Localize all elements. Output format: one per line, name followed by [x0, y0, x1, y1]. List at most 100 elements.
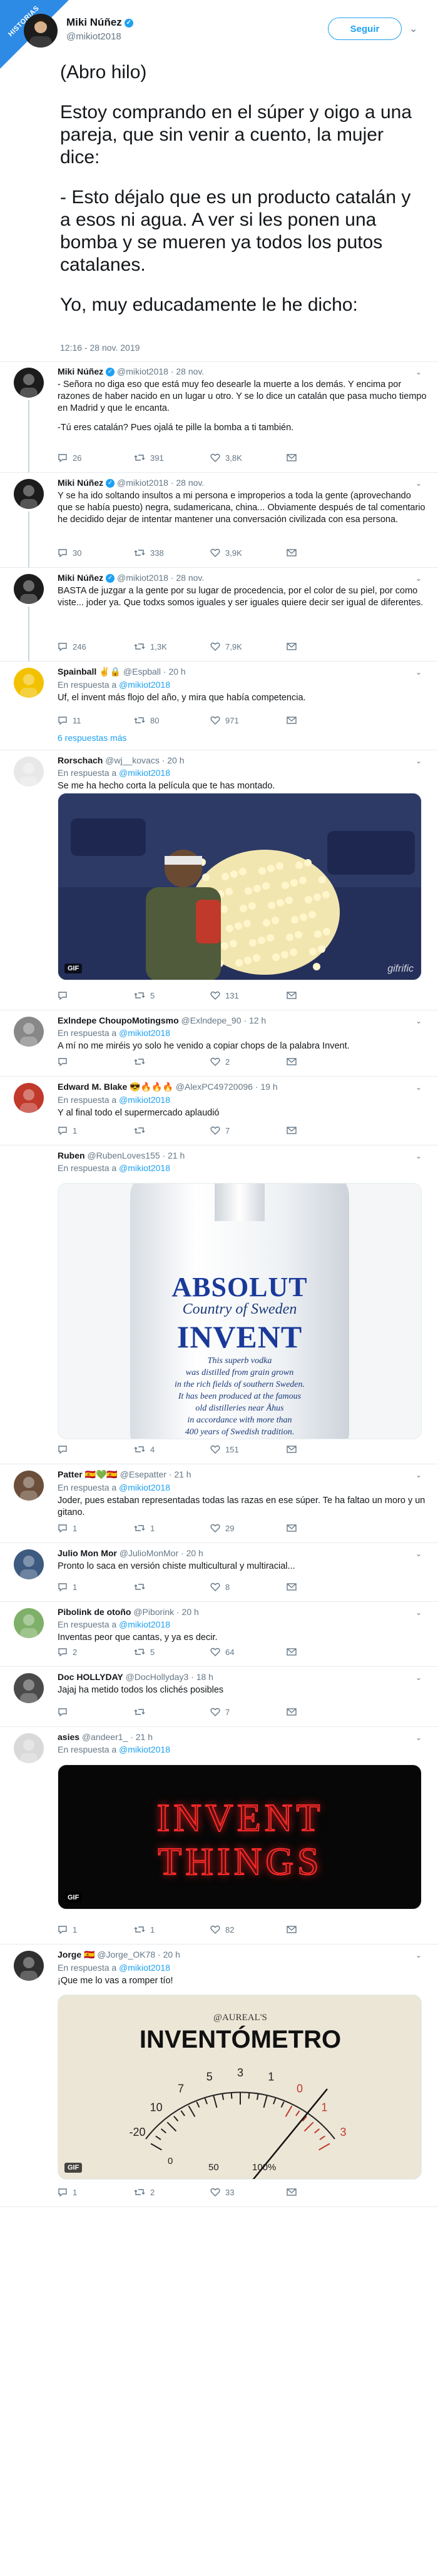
mention-link[interactable]: @mikiot2018 [119, 1619, 170, 1629]
reply-button[interactable]: 2 [58, 1646, 134, 1658]
avatar[interactable] [14, 1152, 44, 1182]
bottle-image[interactable]: ABSOLUT Country of Sweden INVENT This super… [58, 1183, 422, 1439]
author-name[interactable]: Jorge 🇪🇸 [58, 1950, 94, 1960]
retweet-button[interactable]: 80 [134, 714, 210, 727]
like-button[interactable]: 971 [210, 714, 287, 727]
avatar[interactable] [14, 1549, 44, 1579]
avatar[interactable] [14, 1608, 44, 1638]
reply-button[interactable]: 1 [58, 1522, 134, 1534]
like-button[interactable]: 7 [210, 1706, 287, 1718]
like-button[interactable]: 2 [210, 1055, 287, 1068]
reply-tweet[interactable]: ⌄ Julio Mon Mor @JulioMonMor · 20 h Pronto… [0, 1543, 438, 1602]
dm-button[interactable] [287, 1923, 363, 1936]
reply-tweet[interactable]: ⌄ Miki Núñez ✓ @mikiot2018 · 28 nov. BASTA … [0, 568, 438, 662]
timestamp[interactable]: 12:16 - 28 nov. 2019 [60, 343, 140, 353]
avatar[interactable] [14, 1017, 44, 1047]
reply-tweet[interactable]: ⌄ Miki Núñez ✓ @mikiot2018 · 28 nov. - Seño… [0, 361, 438, 473]
dm-button[interactable] [287, 1581, 363, 1593]
author-handle[interactable]: @mikiot2018 · 28 nov. [117, 366, 204, 376]
mention-link[interactable]: @mikiot2018 [119, 680, 170, 690]
like-button[interactable]: 7 [210, 1124, 287, 1137]
reply-tweet[interactable]: ⌄ Exlndepe ChoupoMotingsmo @Exlndepe_90 ·… [0, 1010, 438, 1077]
like-button[interactable]: 131 [210, 989, 287, 1002]
author-name[interactable]: Exlndepe ChoupoMotingsmo [58, 1015, 179, 1025]
like-button[interactable]: 151 [210, 1443, 287, 1456]
avatar[interactable] [14, 1951, 44, 1981]
author-name[interactable]: Ruben [58, 1150, 85, 1160]
dm-button[interactable] [287, 714, 363, 727]
dm-button[interactable] [287, 640, 363, 653]
retweet-button[interactable]: 1 [134, 1923, 210, 1936]
dm-button[interactable] [287, 1706, 363, 1718]
reply-tweet[interactable]: ⌄ Ruben @RubenLoves155 · 21 h En respuesta… [0, 1145, 438, 1464]
like-button[interactable]: 33 [210, 2186, 287, 2198]
reply-button[interactable]: 30 [58, 546, 134, 559]
like-button[interactable]: 82 [210, 1923, 287, 1936]
dm-button[interactable] [287, 1124, 363, 1137]
author-name[interactable]: Pibolink de otoño [58, 1607, 131, 1617]
author-handle[interactable]: @Espball · 20 h [123, 667, 186, 677]
reply-button[interactable]: 1 [58, 1124, 134, 1137]
like-button[interactable]: 8 [210, 1581, 287, 1593]
avatar[interactable] [14, 1733, 44, 1763]
author-handle[interactable]: @AlexPC49720096 · 19 h [176, 1082, 278, 1092]
retweet-button[interactable]: 5 [134, 1646, 210, 1658]
reply-button[interactable] [58, 1055, 134, 1068]
retweet-button[interactable]: 338 [134, 546, 210, 559]
reply-button[interactable]: 1 [58, 2186, 134, 2198]
retweet-button[interactable]: 391 [134, 451, 210, 464]
mention-link[interactable]: @mikiot2018 [119, 1163, 170, 1173]
avatar[interactable] [14, 668, 44, 698]
mention-link[interactable]: @mikiot2018 [119, 1963, 170, 1973]
reply-button[interactable]: 1 [58, 1923, 134, 1936]
like-button[interactable]: 64 [210, 1646, 287, 1658]
author-name[interactable]: Rorschach [58, 755, 103, 765]
author-name[interactable]: Miki Núñez [58, 478, 103, 488]
author-handle[interactable]: @Jorge_OK78 · 20 h [97, 1950, 180, 1960]
retweet-button[interactable]: 1,3K [134, 640, 210, 653]
reply-button[interactable] [58, 1706, 134, 1718]
dm-button[interactable] [287, 2186, 363, 2198]
author-handle[interactable]: @wj__kovacs · 20 h [105, 755, 184, 765]
dm-button[interactable] [287, 989, 363, 1002]
dm-button[interactable] [287, 1055, 363, 1068]
mention-link[interactable]: @mikiot2018 [119, 1095, 170, 1105]
reply-button[interactable]: 1 [58, 1581, 134, 1593]
retweet-button[interactable] [134, 1055, 210, 1068]
dm-button[interactable] [287, 1522, 363, 1534]
author-name[interactable]: Miki Núñez ✓ [66, 16, 133, 29]
avatar[interactable] [14, 1471, 44, 1501]
dm-button[interactable] [287, 1646, 363, 1658]
retweet-button[interactable]: 4 [134, 1443, 210, 1456]
reply-tweet[interactable]: ⌄ Edward M. Blake 😎🔥🔥🔥 @AlexPC49720096 · … [0, 1077, 438, 1145]
mention-link[interactable]: @mikiot2018 [119, 1744, 170, 1754]
gif-media[interactable]: INVENT THINGS GIF [58, 1764, 422, 1909]
gif-media[interactable]: @AUREAL'S INVENTÓMETRO -20 10 7 5 3 1 0 1 3 0 50 100%… [58, 1995, 422, 2180]
retweet-button[interactable]: 5 [134, 989, 210, 1002]
reply-button[interactable] [58, 1443, 134, 1456]
mention-link[interactable]: @mikiot2018 [119, 1482, 170, 1492]
author-name[interactable]: Doc HOLLYDAY [58, 1672, 123, 1682]
mention-link[interactable]: @mikiot2018 [119, 1028, 170, 1038]
chevron-down-icon[interactable]: ⌄ [409, 23, 417, 35]
author-handle[interactable]: @RubenLoves155 · 21 h [87, 1150, 185, 1160]
avatar[interactable] [24, 14, 58, 48]
author-handle[interactable]: @Piborink · 20 h [133, 1607, 198, 1617]
like-button[interactable]: 3,9K [210, 546, 287, 559]
gif-media[interactable]: GIF gifrific [58, 793, 422, 980]
retweet-button[interactable]: 1 [134, 1522, 210, 1534]
retweet-button[interactable] [134, 1706, 210, 1718]
reply-tweet[interactable]: ⌄ Doc HOLLYDAY @DocHollyday3 · 18 h Jajaj … [0, 1667, 438, 1727]
author-handle[interactable]: @mikiot2018 [66, 31, 121, 42]
avatar[interactable] [14, 1083, 44, 1113]
mention-link[interactable]: @mikiot2018 [119, 768, 170, 778]
reply-button[interactable]: 11 [58, 714, 134, 727]
author-handle[interactable]: @Exlndepe_90 · 12 h [181, 1015, 267, 1025]
author-handle[interactable]: @DocHollyday3 · 18 h [126, 1672, 213, 1682]
dm-button[interactable] [287, 546, 363, 559]
reply-tweet[interactable]: ⌄ Pibolink de otoño @Piborink · 20 h En re… [0, 1602, 438, 1667]
author-handle[interactable]: @JulioMonMor · 20 h [120, 1548, 203, 1558]
reply-button[interactable]: 246 [58, 640, 134, 653]
author-handle[interactable]: @andeer1_ · 21 h [82, 1732, 153, 1742]
author-name[interactable]: Spainball ✌🔒 [58, 667, 121, 677]
